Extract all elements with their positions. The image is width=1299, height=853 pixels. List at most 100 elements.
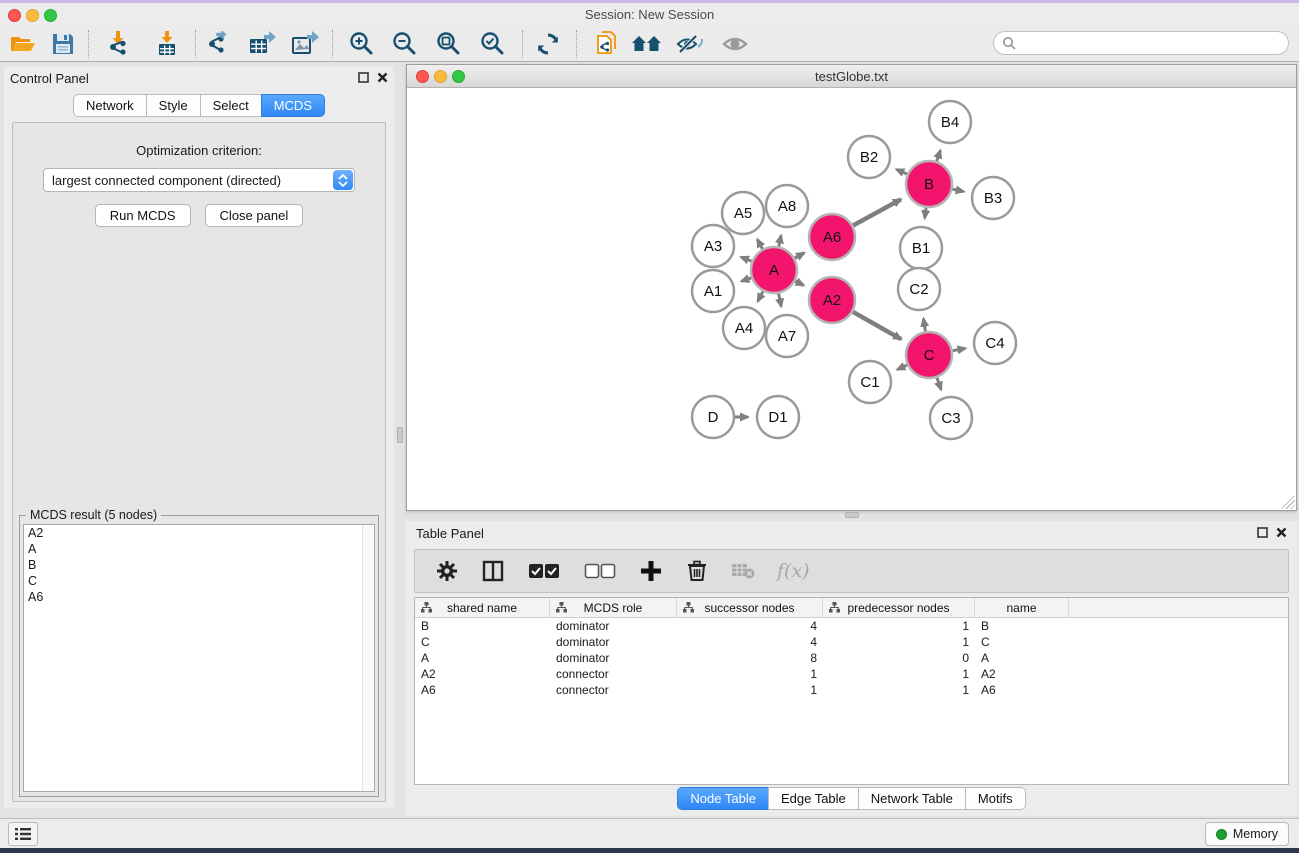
graph-edge-B-B1[interactable] (925, 208, 926, 218)
zoom-in-icon[interactable] (344, 29, 378, 59)
column-header-mcds-role[interactable]: MCDS role (550, 598, 677, 617)
graph-node-A[interactable]: A (751, 247, 797, 293)
export-table-icon[interactable] (245, 29, 279, 59)
float-panel-icon[interactable] (1257, 527, 1268, 538)
table-row[interactable]: Adominator80A (415, 650, 1288, 666)
graph-edge-A-A3[interactable] (741, 257, 752, 261)
graph-edge-A-A8[interactable] (779, 235, 781, 246)
result-list-scrollbar[interactable] (362, 525, 374, 791)
graph-edge-A-A5[interactable] (757, 239, 762, 249)
table-row[interactable]: A2connector11A2 (415, 666, 1288, 682)
first-neighbors-icon[interactable] (630, 29, 664, 59)
settings-gear-icon[interactable] (435, 559, 459, 583)
table-cell[interactable]: 4 (677, 618, 823, 634)
show-panels-menu-button[interactable] (8, 822, 38, 846)
table-cell[interactable]: connector (550, 682, 677, 698)
graph-edge-C-C3[interactable] (937, 378, 941, 390)
table-cell[interactable]: 0 (823, 650, 975, 666)
mcds-result-item[interactable]: C (24, 573, 374, 589)
zoom-fit-icon[interactable] (431, 29, 465, 59)
refresh-icon[interactable] (531, 29, 565, 59)
table-cell[interactable]: A (975, 650, 1069, 666)
graph-edge-A2-C[interactable] (853, 312, 901, 339)
close-panel-icon[interactable] (377, 72, 388, 83)
table-cell[interactable]: C (415, 634, 550, 650)
table-cell[interactable]: dominator (550, 618, 677, 634)
tab-style[interactable]: Style (146, 94, 201, 117)
unselect-all-columns-icon[interactable] (583, 559, 617, 583)
table-cell[interactable]: A6 (975, 682, 1069, 698)
graph-node-A6[interactable]: A6 (809, 214, 855, 260)
table-cell[interactable]: dominator (550, 650, 677, 666)
search-field[interactable] (993, 31, 1289, 55)
mcds-result-list[interactable]: A2ABCA6 (23, 524, 375, 792)
table-cell[interactable]: connector (550, 666, 677, 682)
network-vscrollbar-thumb[interactable] (397, 427, 403, 443)
table-cell[interactable]: 1 (677, 666, 823, 682)
tab-select[interactable]: Select (200, 94, 262, 117)
graph-edge-A-A1[interactable] (741, 278, 751, 281)
graph-edge-B-B3[interactable] (952, 189, 963, 191)
export-image-icon[interactable] (288, 29, 322, 59)
mcds-result-item[interactable]: B (24, 557, 374, 573)
zoom-selected-icon[interactable] (475, 29, 509, 59)
graph-edge-A-A4[interactable] (758, 291, 763, 301)
graph-edge-A-A7[interactable] (779, 294, 782, 307)
tab-edge-table[interactable]: Edge Table (768, 787, 859, 810)
export-network-icon[interactable] (202, 29, 236, 59)
show-all-icon[interactable] (718, 29, 752, 59)
graph-node-A2[interactable]: A2 (809, 277, 855, 323)
mcds-result-item[interactable]: A (24, 541, 374, 557)
save-session-icon[interactable] (46, 29, 80, 59)
graph-node-C[interactable]: C (906, 332, 952, 378)
table-cell[interactable]: 1 (823, 666, 975, 682)
mcds-result-item[interactable]: A2 (24, 525, 374, 541)
table-cell[interactable]: A (415, 650, 550, 666)
graph-node-B3[interactable]: B3 (972, 177, 1014, 219)
close-panel-button[interactable]: Close panel (205, 204, 304, 227)
open-file-icon[interactable] (6, 29, 40, 59)
graph-edge-C-C2[interactable] (923, 319, 925, 332)
zoom-out-icon[interactable] (387, 29, 421, 59)
add-column-icon[interactable] (639, 559, 663, 583)
graph-node-B[interactable]: B (906, 161, 952, 207)
float-panel-icon[interactable] (358, 72, 369, 83)
select-all-columns-icon[interactable] (527, 559, 561, 583)
column-header-shared-name[interactable]: shared name (415, 598, 550, 617)
table-cell[interactable]: A6 (415, 682, 550, 698)
graph-node-B2[interactable]: B2 (848, 136, 890, 178)
table-cell[interactable]: dominator (550, 634, 677, 650)
table-cell[interactable]: 1 (823, 634, 975, 650)
graph-node-C2[interactable]: C2 (898, 268, 940, 310)
table-cell[interactable]: 1 (677, 682, 823, 698)
import-table-icon[interactable] (150, 29, 184, 59)
network-hscrollbar-thumb[interactable] (845, 512, 859, 518)
memory-button[interactable]: Memory (1205, 822, 1289, 846)
graph-node-A4[interactable]: A4 (723, 307, 765, 349)
graph-node-D1[interactable]: D1 (757, 396, 799, 438)
graph-node-D[interactable]: D (692, 396, 734, 438)
column-header-name[interactable]: name (975, 598, 1069, 617)
graph-node-A3[interactable]: A3 (692, 225, 734, 267)
table-row[interactable]: Cdominator41C (415, 634, 1288, 650)
table-cell[interactable]: 8 (677, 650, 823, 666)
table-row[interactable]: Bdominator41B (415, 618, 1288, 634)
mcds-result-item[interactable]: A6 (24, 589, 374, 605)
show-columns-icon[interactable] (481, 559, 505, 583)
optimization-criterion-select[interactable]: largest connected component (directed) (43, 168, 355, 192)
graph-edge-B-B2[interactable] (896, 169, 907, 174)
graph-node-C4[interactable]: C4 (974, 322, 1016, 364)
search-input[interactable] (1016, 36, 1288, 50)
clone-network-icon[interactable] (590, 29, 624, 59)
graph-node-B1[interactable]: B1 (900, 227, 942, 269)
table-cell[interactable]: 1 (823, 618, 975, 634)
network-window-titlebar[interactable]: testGlobe.txt (407, 65, 1296, 88)
graph-node-A8[interactable]: A8 (766, 185, 808, 227)
graph-node-A1[interactable]: A1 (692, 270, 734, 312)
graph-node-B4[interactable]: B4 (929, 101, 971, 143)
table-cell[interactable]: 1 (823, 682, 975, 698)
graph-edge-C-C4[interactable] (953, 348, 966, 350)
table-cell[interactable]: B (415, 618, 550, 634)
close-panel-icon[interactable] (1276, 527, 1287, 538)
tab-network[interactable]: Network (73, 94, 147, 117)
